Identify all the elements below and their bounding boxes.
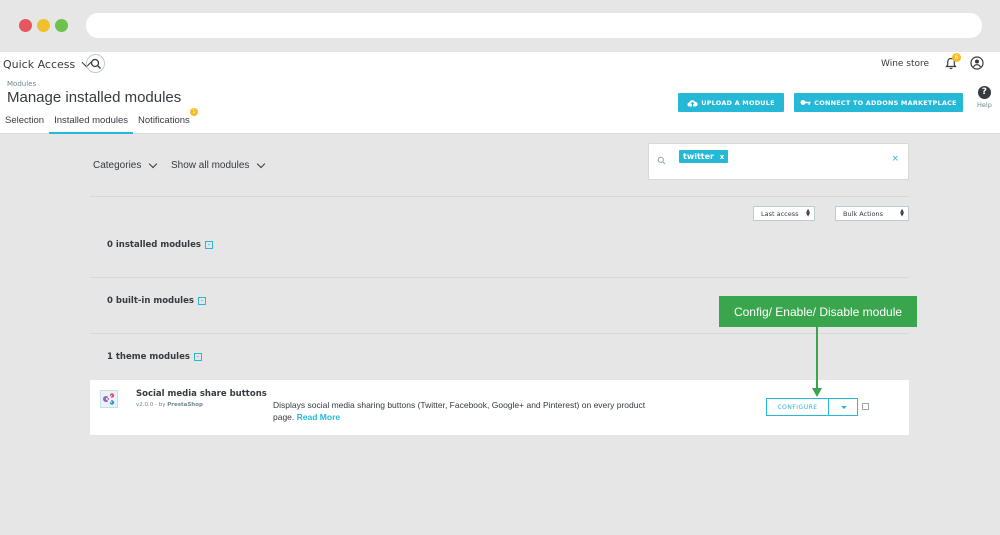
- browser-chrome: [0, 0, 1000, 52]
- question-mark-icon: ?: [977, 86, 991, 99]
- quick-access-menu[interactable]: Quick Access: [3, 57, 92, 71]
- remove-tag-button[interactable]: x: [720, 153, 725, 161]
- tab-bar: Selection Installed modules Notification…: [0, 108, 198, 134]
- address-bar[interactable]: [86, 13, 982, 38]
- read-more-link[interactable]: Read More: [297, 412, 340, 422]
- collapse-toggle-icon[interactable]: -: [204, 241, 213, 249]
- chevron-down-icon: [257, 159, 266, 169]
- divider: [90, 196, 909, 197]
- show-modules-dropdown[interactable]: Show all modules: [171, 159, 266, 171]
- section-installed-modules[interactable]: 0 installed modules -: [107, 240, 213, 250]
- help-label: Help: [977, 101, 992, 109]
- maximize-window-dot[interactable]: [55, 19, 68, 32]
- help-button[interactable]: ? Help: [977, 86, 992, 109]
- module-select-checkbox[interactable]: [862, 403, 869, 410]
- collapse-toggle-icon[interactable]: -: [197, 297, 206, 305]
- annotation-callout: Config/ Enable/ Disable module: [719, 296, 917, 327]
- sort-select[interactable]: Last access ▲ ▼: [753, 206, 815, 221]
- bulk-actions-value: Bulk Actions: [843, 209, 883, 218]
- select-arrows-icon: ▲ ▼: [900, 208, 904, 218]
- notification-count-badge: 6: [952, 53, 961, 62]
- bulk-actions-select[interactable]: Bulk Actions ▲ ▼: [835, 206, 909, 221]
- key-icon: [800, 100, 811, 105]
- quick-access-label: Quick Access: [3, 58, 76, 71]
- section-built-in-label: 0 built-in modules: [107, 296, 194, 306]
- categories-dropdown[interactable]: Categories: [93, 159, 158, 171]
- page-title: Manage installed modules: [7, 89, 182, 106]
- configure-button[interactable]: CONFIGURE: [766, 398, 829, 416]
- share-icon: [103, 393, 115, 405]
- annotation-arrow-head: [812, 388, 822, 397]
- divider: [90, 333, 909, 334]
- breadcrumb[interactable]: Modules: [7, 80, 36, 88]
- tab-notifications-label: Notifications: [138, 115, 190, 126]
- module-version: v2.0.0 - by PrestaShop: [136, 402, 203, 408]
- collapse-toggle-icon[interactable]: -: [193, 353, 202, 361]
- tab-notification-badge: 1: [189, 108, 198, 116]
- module-card: Social media share buttons v2.0.0 - by P…: [90, 380, 909, 435]
- categories-label: Categories: [93, 160, 142, 171]
- store-name-link[interactable]: Wine store: [881, 59, 929, 69]
- module-version-text: v2.0.0 - by: [136, 402, 168, 408]
- sort-select-value: Last access: [761, 209, 799, 218]
- clear-search-button[interactable]: ×: [891, 154, 899, 164]
- cloud-upload-icon: [687, 99, 698, 106]
- connect-marketplace-label: CONNECT TO ADDONS MARKETPLACE: [814, 98, 957, 107]
- annotation-arrow-line: [816, 327, 818, 390]
- connect-marketplace-button[interactable]: CONNECT TO ADDONS MARKETPLACE: [794, 93, 963, 112]
- tab-installed-modules[interactable]: Installed modules: [49, 114, 134, 134]
- minimize-window-dot[interactable]: [37, 19, 50, 32]
- tab-notifications[interactable]: Notifications 1: [133, 108, 198, 134]
- search-icon: [657, 156, 666, 165]
- header-search-button[interactable]: [86, 54, 105, 73]
- search-tag-text: twitter: [683, 152, 714, 161]
- tab-selection[interactable]: Selection: [0, 114, 49, 134]
- divider: [90, 277, 909, 278]
- section-theme-label: 1 theme modules: [107, 352, 190, 362]
- module-name: Social media share buttons: [136, 389, 267, 399]
- module-description: Displays social media sharing buttons (T…: [273, 399, 668, 423]
- upload-module-button[interactable]: UPLOAD A MODULE: [678, 93, 784, 112]
- section-built-in-modules[interactable]: 0 built-in modules -: [107, 296, 206, 306]
- module-author: PrestaShop: [167, 402, 203, 408]
- module-logo: [100, 390, 118, 408]
- select-arrows-icon: ▲ ▼: [806, 208, 810, 218]
- close-window-dot[interactable]: [19, 19, 32, 32]
- search-tag-twitter: twitter x: [679, 150, 729, 163]
- module-actions-dropdown[interactable]: [828, 398, 858, 416]
- module-search-input[interactable]: twitter x ×: [648, 143, 909, 180]
- upload-module-label: UPLOAD A MODULE: [701, 98, 775, 107]
- search-icon: [90, 58, 101, 69]
- section-theme-modules[interactable]: 1 theme modules -: [107, 352, 202, 362]
- section-installed-label: 0 installed modules: [107, 240, 201, 250]
- page-header: Quick Access Wine store 6 Modules Manage…: [0, 52, 1000, 134]
- chevron-down-icon: [149, 159, 158, 169]
- show-all-modules-label: Show all modules: [171, 160, 250, 171]
- user-account-icon[interactable]: [970, 56, 984, 70]
